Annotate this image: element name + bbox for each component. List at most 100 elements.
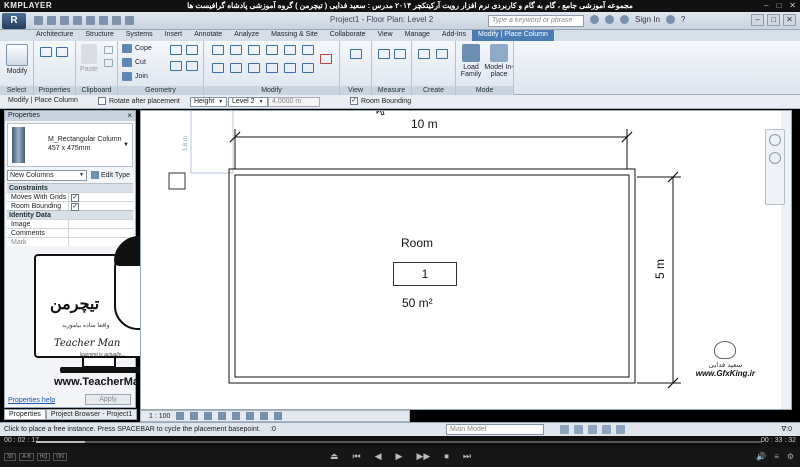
sign-in-link[interactable]: Sign In <box>635 15 660 24</box>
mirror-draw-icon[interactable] <box>266 45 278 55</box>
paste-button[interactable]: Paste <box>78 44 100 73</box>
height-mode-select[interactable]: Height ▼ <box>190 97 228 107</box>
load-family-button[interactable]: Load Family <box>458 44 484 78</box>
print-icon[interactable] <box>86 16 95 25</box>
moves-with-grids-checkbox[interactable]: ✓ <box>71 194 79 202</box>
select-links-icon[interactable] <box>560 425 569 434</box>
scale-icon[interactable] <box>284 63 296 73</box>
tab-annotate[interactable]: Annotate <box>188 30 228 41</box>
tab-insert[interactable]: Insert <box>159 30 189 41</box>
close-icon[interactable]: × <box>127 111 132 121</box>
group-identity-data[interactable]: Identity Data <box>7 210 133 219</box>
navigation-bar[interactable] <box>765 129 785 205</box>
undo-icon[interactable] <box>60 16 69 25</box>
hide-in-view-icon[interactable] <box>350 49 362 59</box>
tab-analyze[interactable]: Analyze <box>228 30 265 41</box>
trim-icon[interactable] <box>230 63 242 73</box>
instance-filter-select[interactable]: New Columns ▼ <box>7 169 87 181</box>
cut-button[interactable]: Cut <box>122 58 146 67</box>
offset-icon[interactable] <box>230 45 242 55</box>
subtitle-toggle[interactable]: ON <box>53 453 67 461</box>
properties-icon[interactable] <box>40 47 52 57</box>
dimension-width[interactable] <box>229 129 633 169</box>
split-face-icon[interactable] <box>186 45 198 55</box>
rewind-button[interactable]: ◀ <box>375 451 382 462</box>
filter-indicator[interactable]: ∇:0 <box>781 425 792 433</box>
properties-help-link[interactable]: Properties help <box>8 397 55 404</box>
subscription-icon[interactable] <box>605 15 614 24</box>
minimize-button[interactable]: – <box>764 1 768 10</box>
split-icon[interactable] <box>248 63 260 73</box>
shadows-icon[interactable] <box>218 412 227 420</box>
3d-toggle[interactable]: 3D <box>4 453 17 461</box>
sun-path-icon[interactable] <box>204 412 213 420</box>
steering-wheel-icon[interactable] <box>769 134 781 146</box>
fast-forward-button[interactable]: ▶▶ <box>416 451 430 462</box>
maximize-button[interactable]: □ <box>776 1 781 10</box>
tab-architecture[interactable]: Architecture <box>30 30 79 41</box>
room-bounding-property-checkbox[interactable]: ✓ <box>71 203 79 211</box>
revit-close-button[interactable]: ✕ <box>783 14 796 26</box>
room-bounding-checkbox[interactable]: ✓ <box>350 97 358 105</box>
cut-clipboard-icon[interactable] <box>104 46 113 54</box>
save-icon[interactable] <box>47 16 56 25</box>
demolish-icon[interactable] <box>186 61 198 71</box>
modify-button[interactable]: Modify <box>4 44 30 75</box>
tab-view[interactable]: View <box>372 30 399 41</box>
reveal-hidden-icon[interactable] <box>274 412 283 420</box>
tab-properties[interactable]: Properties <box>4 409 46 420</box>
room-name-label[interactable]: Room <box>401 236 433 250</box>
pin-icon[interactable] <box>302 63 314 73</box>
wall-joins-icon[interactable] <box>170 45 182 55</box>
cope-button[interactable]: Cope <box>122 44 152 53</box>
aligned-dimension-icon[interactable] <box>394 49 406 59</box>
crop-view-icon[interactable] <box>232 412 241 420</box>
measure-distance-icon[interactable] <box>378 49 390 59</box>
volume-button[interactable]: 🔊 <box>756 452 766 461</box>
tab-structure[interactable]: Structure <box>79 30 119 41</box>
previous-button[interactable]: ⏮ <box>353 451 361 462</box>
seek-track[interactable] <box>36 441 762 443</box>
temporary-hide-icon[interactable] <box>260 412 269 420</box>
image-value[interactable] <box>69 220 133 228</box>
model-inplace-button[interactable]: Model In-place <box>484 44 514 78</box>
revit-maximize-button[interactable]: □ <box>767 14 780 26</box>
show-crop-icon[interactable] <box>246 412 255 420</box>
rotate-after-placement-option[interactable]: Rotate after placement <box>98 97 180 105</box>
move-icon[interactable] <box>284 45 296 55</box>
eject-button[interactable]: ⏏ <box>330 451 339 462</box>
active-model-select[interactable]: Main Model <box>446 424 544 435</box>
drag-elements-icon[interactable] <box>616 425 625 434</box>
open-icon[interactable] <box>34 16 43 25</box>
settings-button[interactable]: ⚙ <box>787 452 794 461</box>
height-value-field[interactable]: 4.0000 m <box>268 97 320 107</box>
tab-manage[interactable]: Manage <box>399 30 436 41</box>
tab-add-ins[interactable]: Add-Ins <box>436 30 472 41</box>
chevron-down-icon[interactable]: ▼ <box>123 142 129 148</box>
playlist-button[interactable]: ≡ <box>774 452 779 461</box>
redo-icon[interactable] <box>73 16 82 25</box>
type-selector[interactable]: M_Rectangular Column 457 x 475mm ▼ <box>7 123 133 167</box>
select-pinned-icon[interactable] <box>588 425 597 434</box>
edit-type-button[interactable]: Edit Type <box>91 171 130 179</box>
exchange-icon[interactable] <box>665 15 675 24</box>
tab-project-browser[interactable]: Project Browser - Project1 <box>45 409 138 420</box>
select-underlay-icon[interactable] <box>574 425 583 434</box>
copy-clipboard-icon[interactable] <box>104 59 113 67</box>
binoculars-icon[interactable] <box>590 15 599 24</box>
measure-icon[interactable] <box>99 16 108 25</box>
revit-minimize-button[interactable]: – <box>751 14 764 26</box>
mirror-axis-icon[interactable] <box>248 45 260 55</box>
detail-level-icon[interactable] <box>176 412 185 420</box>
select-by-face-icon[interactable] <box>602 425 611 434</box>
tab-collaborate[interactable]: Collaborate <box>324 30 372 41</box>
create-part-icon[interactable] <box>418 49 430 59</box>
user-icon[interactable] <box>620 15 629 24</box>
room-number-tag[interactable]: 1 <box>393 262 457 286</box>
visual-style-icon[interactable] <box>190 412 199 420</box>
create-group-icon[interactable] <box>436 49 448 59</box>
zoom-icon[interactable] <box>769 152 781 164</box>
close-button[interactable]: ✕ <box>789 1 796 10</box>
type-properties-icon[interactable] <box>56 47 68 57</box>
copy-icon[interactable] <box>302 45 314 55</box>
